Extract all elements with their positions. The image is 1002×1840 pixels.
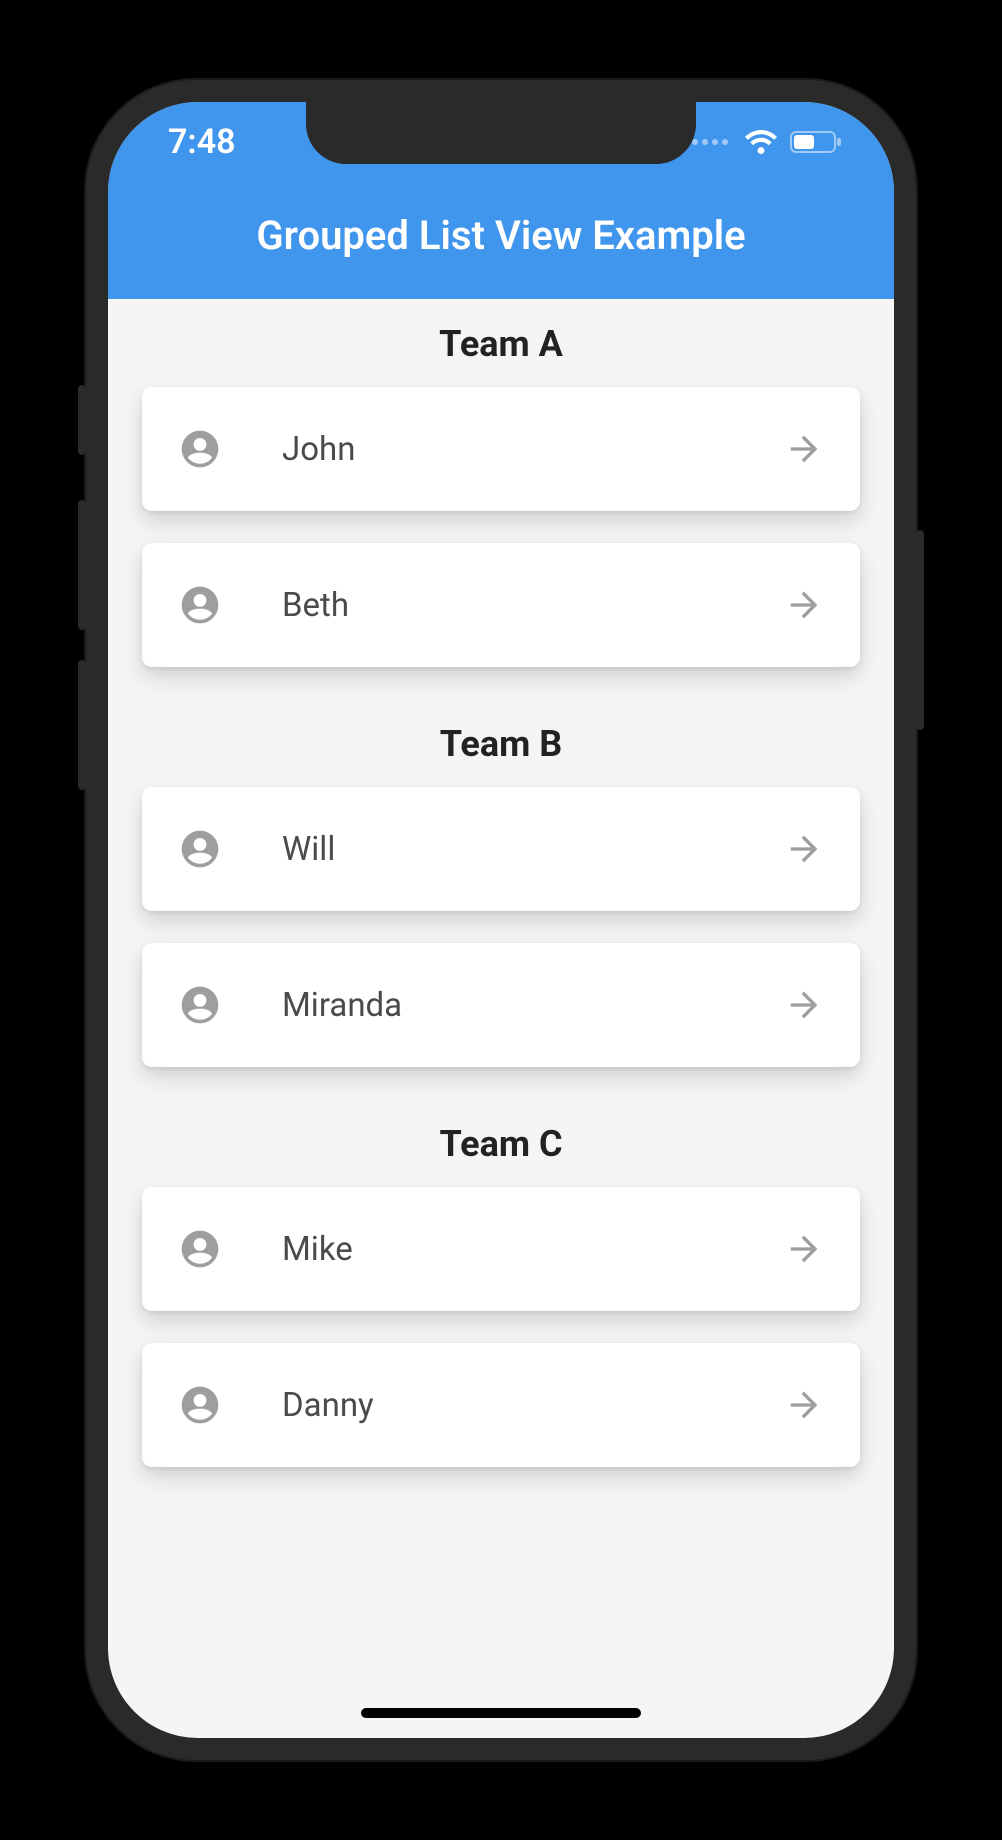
arrow-right-icon (784, 1385, 824, 1425)
list-item[interactable]: Miranda (142, 943, 860, 1067)
arrow-right-icon (784, 585, 824, 625)
person-icon (178, 583, 222, 627)
volume-down-button (78, 660, 86, 790)
status-time: 7:48 (168, 122, 236, 162)
list-item[interactable]: Mike (142, 1187, 860, 1311)
screen: 7:48 Gro (108, 102, 894, 1738)
list-item-label: Will (282, 830, 784, 869)
silence-switch (78, 385, 86, 455)
person-icon (178, 1383, 222, 1427)
home-indicator[interactable] (361, 1708, 641, 1718)
group-header: Team B (108, 699, 894, 787)
person-icon (178, 827, 222, 871)
list-item-label: John (282, 430, 784, 469)
person-icon (178, 427, 222, 471)
list-item-label: Mike (282, 1230, 784, 1269)
volume-up-button (78, 500, 86, 630)
list-item[interactable]: Beth (142, 543, 860, 667)
status-icons (692, 130, 844, 154)
power-button (916, 530, 924, 730)
list-item[interactable]: Will (142, 787, 860, 911)
list-item-label: Danny (282, 1386, 784, 1425)
person-icon (178, 983, 222, 1027)
app-bar: Grouped List View Example (108, 202, 894, 299)
list-item[interactable]: Danny (142, 1343, 860, 1467)
list-item[interactable]: John (142, 387, 860, 511)
cellular-icon (692, 139, 728, 145)
notch (306, 102, 696, 164)
arrow-right-icon (784, 429, 824, 469)
arrow-right-icon (784, 829, 824, 869)
grouped-list[interactable]: Team A John Beth Team B (108, 299, 894, 1539)
page-title: Grouped List View Example (256, 212, 745, 259)
wifi-icon (744, 130, 778, 154)
group-header: Team A (108, 299, 894, 387)
battery-icon (790, 130, 844, 154)
list-item-label: Miranda (282, 986, 784, 1025)
group-header: Team C (108, 1099, 894, 1187)
person-icon (178, 1227, 222, 1271)
arrow-right-icon (784, 1229, 824, 1269)
phone-frame: 7:48 Gro (86, 80, 916, 1760)
list-item-label: Beth (282, 586, 784, 625)
arrow-right-icon (784, 985, 824, 1025)
